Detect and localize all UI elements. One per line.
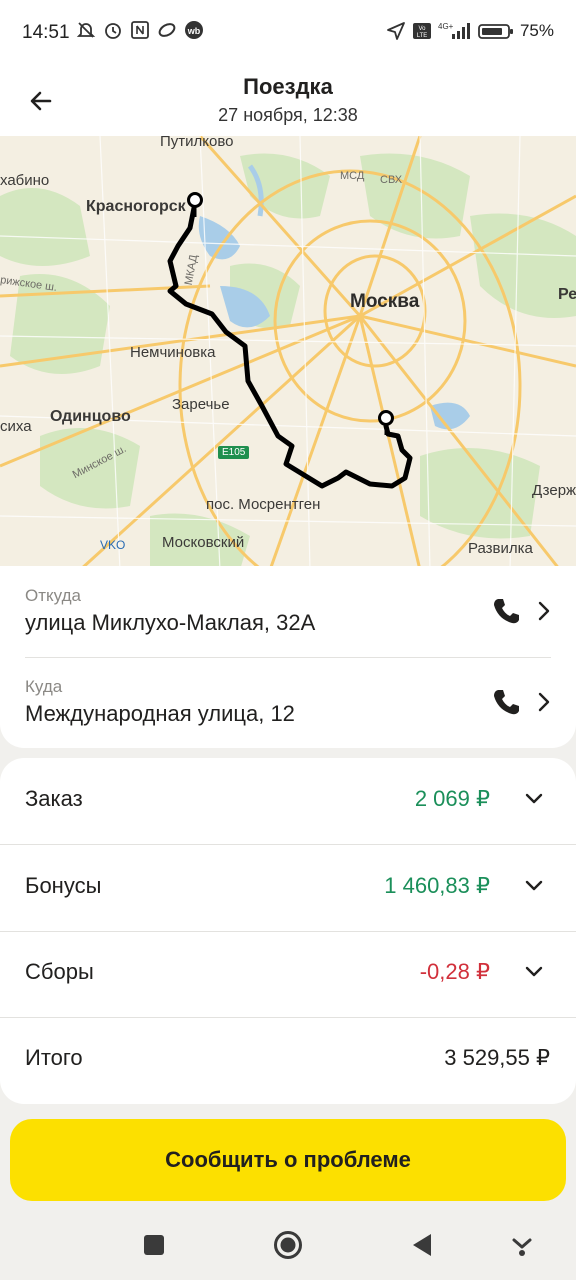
status-time: 14:51 — [22, 22, 70, 43]
from-address: улица Миклухо-Маклая, 32А — [25, 610, 316, 635]
order-row[interactable]: Заказ 2 069 ₽ — [0, 758, 576, 844]
signal-icon: 4G+ — [438, 21, 472, 41]
end-pin-icon — [378, 410, 394, 435]
map-label-msd: МСД — [340, 170, 365, 182]
report-problem-button[interactable]: Сообщить о проблеме — [10, 1119, 566, 1201]
system-nav-bar — [0, 1212, 576, 1280]
chevron-down-dot-icon — [512, 1238, 532, 1256]
start-pin-icon — [187, 192, 203, 217]
chevron-down-icon[interactable] — [524, 879, 544, 893]
fees-amount: -0,28 ₽ — [419, 959, 490, 984]
fees-label: Сборы — [25, 959, 94, 984]
route-map[interactable]: Путилково Красногорск хабино Москва Немч… — [0, 136, 576, 570]
map-label-svkh: СВХ — [380, 174, 403, 186]
map-label-moskva: Москва — [350, 291, 420, 312]
map-label-krasnogorsk: Красногорск — [86, 198, 186, 215]
from-row[interactable]: Откуда улица Миклухо-Маклая, 32А — [25, 566, 551, 656]
from-label: Откуда — [25, 586, 81, 605]
volte-icon: Vo LTE — [412, 21, 432, 41]
home-circle-icon — [274, 1231, 302, 1259]
home-button[interactable] — [273, 1230, 303, 1260]
svg-text:4G+: 4G+ — [438, 22, 454, 31]
order-amount: 2 069 ₽ — [414, 786, 490, 811]
chevron-down-icon[interactable] — [524, 792, 544, 806]
map-label-moskovsky: Московский — [162, 534, 245, 551]
page-title: Поездка — [243, 74, 333, 99]
battery-percent: 75% — [519, 21, 554, 40]
map-label-putilkovo: Путилково — [160, 136, 234, 150]
map-label-khabino: хабино — [0, 172, 50, 189]
bonus-row[interactable]: Бонусы 1 460,83 ₽ — [0, 845, 576, 931]
chevron-right-icon[interactable] — [537, 691, 551, 713]
payment-summary: Заказ 2 069 ₽ Бонусы 1 460,83 ₽ Сборы -0… — [0, 758, 576, 1104]
map-label-razvilka: Развилка — [468, 540, 533, 557]
bell-off-icon — [76, 20, 96, 40]
nav-extra-button[interactable] — [507, 1230, 537, 1260]
map-label-vko: VKO — [100, 538, 126, 552]
map-label-re: Ре — [558, 286, 576, 303]
map-label-nemchinovka: Немчиновка — [130, 344, 216, 361]
fees-row[interactable]: Сборы -0,28 ₽ — [0, 931, 576, 1017]
wb-icon: wb — [184, 20, 204, 40]
total-row: Итого 3 529,55 ₽ — [0, 1017, 576, 1103]
battery-icon — [478, 21, 514, 41]
svg-text:Vo: Vo — [418, 26, 426, 32]
to-address: Международная улица, 12 — [25, 701, 295, 726]
trip-date: 27 ноября, 12:38 — [218, 105, 358, 125]
status-bar: 14:51 wb Vo LTE 4G+ 75% — [0, 0, 576, 68]
total-label: Итого — [25, 1045, 83, 1070]
location-icon — [386, 21, 406, 41]
to-row[interactable]: Куда Международная улица, 12 — [25, 657, 551, 747]
map-label-dzerzh: Дзерж — [532, 482, 576, 499]
back-nav-button[interactable] — [407, 1230, 437, 1260]
chevron-down-icon[interactable] — [524, 965, 544, 979]
route-addresses: Откуда улица Миклухо-Маклая, 32А Куда Ме… — [0, 566, 576, 748]
recents-button[interactable] — [139, 1230, 169, 1260]
alarm-icon — [103, 20, 123, 40]
to-label: Куда — [25, 677, 63, 696]
phone-icon[interactable] — [491, 596, 521, 626]
page-header: Поездка 27 ноября, 12:38 — [0, 68, 576, 136]
map-label-sikha: сиха — [0, 418, 32, 435]
bonus-label: Бонусы — [25, 873, 102, 898]
map-label-odintsovo: Одинцово — [50, 408, 131, 425]
map-label-zarechye: Заречье — [172, 396, 230, 413]
svg-text:LTE: LTE — [417, 33, 428, 39]
triangle-left-icon — [413, 1234, 431, 1256]
svg-text:wb: wb — [187, 26, 201, 36]
order-label: Заказ — [25, 786, 83, 811]
map-label-e105: E105 — [218, 446, 250, 459]
total-amount: 3 529,55 ₽ — [444, 1045, 550, 1070]
map-label-mosrentgen: пос. Мосрентген — [206, 496, 321, 513]
chevron-right-icon[interactable] — [537, 600, 551, 622]
square-icon — [144, 1235, 164, 1255]
phone-icon[interactable] — [491, 687, 521, 717]
nfc-icon — [130, 20, 150, 40]
bonus-amount: 1 460,83 ₽ — [384, 873, 490, 898]
ozon-icon — [157, 20, 177, 40]
